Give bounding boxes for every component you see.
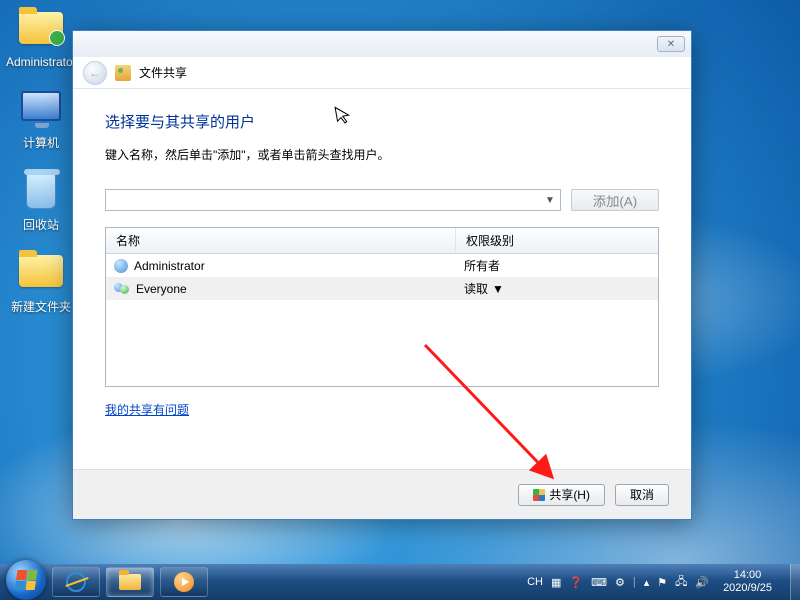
volume-icon[interactable]: 🔊 — [695, 576, 709, 589]
table-header: 名称 权限级别 — [106, 228, 658, 254]
media-player-icon — [174, 572, 194, 592]
instruction-text: 键入名称，然后单击"添加"，或者单击箭头查找用户。 — [105, 146, 659, 163]
share-button-label: 共享(H) — [549, 486, 590, 503]
cancel-button-label: 取消 — [630, 486, 654, 503]
table-row[interactable]: Everyone 读取 ▼ — [106, 277, 658, 300]
desktop-icon-computer[interactable]: 计算机 — [6, 91, 76, 151]
windows-logo-icon — [15, 570, 38, 590]
taskbar-clock[interactable]: 14:00 2020/9/25 — [723, 569, 772, 594]
body-heading: 选择要与其共享的用户 — [105, 111, 659, 132]
dialog-titlebar: ✕ — [73, 31, 691, 57]
desktop-icon-recycle-bin[interactable]: 回收站 — [6, 173, 76, 233]
share-button[interactable]: 共享(H) — [518, 484, 605, 506]
chevron-down-icon[interactable]: ▼ — [542, 192, 558, 208]
explorer-icon — [119, 574, 141, 590]
desktop-icon-administrator[interactable]: Administrator — [6, 12, 76, 69]
permission-dropdown[interactable]: 读取 ▼ — [456, 277, 658, 300]
file-sharing-dialog: ✕ ← 文件共享 选择要与其共享的用户 键入名称，然后单击"添加"，或者单击箭头… — [72, 30, 692, 520]
dialog-footer: 共享(H) 取消 — [73, 469, 691, 519]
help-link[interactable]: 我的共享有问题 — [105, 401, 189, 418]
clock-date: 2020/9/25 — [723, 582, 772, 595]
arrow-left-icon: ← — [89, 66, 101, 80]
desktop-icon-label: Administrator — [6, 55, 76, 69]
desktop-icon-new-folder[interactable]: 新建文件夹 — [6, 255, 76, 315]
system-tray: CH ▦ ❓ ⌨ ⚙ | ▴ ⚑ 🖧 🔊 14:00 2020/9/25 — [527, 564, 794, 600]
taskbar-media-player[interactable] — [160, 567, 208, 597]
back-button: ← — [83, 61, 107, 85]
taskbar-ie[interactable] — [52, 567, 100, 597]
close-button[interactable]: ✕ — [657, 36, 685, 52]
action-center-icon[interactable]: ⚑ — [657, 576, 667, 589]
taskbar-explorer[interactable] — [106, 567, 154, 597]
cancel-button[interactable]: 取消 — [615, 484, 669, 506]
close-icon: ✕ — [667, 39, 675, 50]
ie-icon — [66, 572, 86, 592]
file-sharing-icon — [115, 65, 131, 81]
options-icon[interactable]: ⚙ — [615, 576, 625, 589]
row-permission: 读取 — [464, 280, 488, 297]
desktop-icon-label: 回收站 — [6, 216, 76, 233]
desktop-icon-label: 计算机 — [6, 134, 76, 151]
start-button[interactable] — [6, 560, 46, 600]
dialog-title: 文件共享 — [139, 64, 187, 81]
help-icon[interactable]: ❓ — [569, 576, 583, 589]
network-icon[interactable]: 🖧 — [675, 573, 687, 592]
add-button: 添加(A) — [571, 189, 659, 211]
taskbar: CH ▦ ❓ ⌨ ⚙ | ▴ ⚑ 🖧 🔊 14:00 2020/9/25 — [0, 564, 800, 600]
row-name: Administrator — [134, 259, 205, 273]
row-permission: 所有者 — [464, 257, 500, 274]
clock-time: 14:00 — [723, 569, 772, 582]
show-desktop-button[interactable] — [790, 564, 800, 600]
tray-expand-icon[interactable]: ▴ — [644, 576, 650, 589]
user-combobox[interactable]: ▼ — [105, 189, 561, 211]
dialog-body: 选择要与其共享的用户 键入名称，然后单击"添加"，或者单击箭头查找用户。 ▼ 添… — [73, 89, 691, 469]
column-permission[interactable]: 权限级别 — [456, 228, 658, 253]
chevron-down-icon: ▼ — [492, 282, 504, 296]
shield-icon — [533, 489, 545, 501]
keyboard-icon[interactable]: ⌨ — [591, 576, 607, 589]
desktop-icons: Administrator 计算机 回收站 新建文件夹 — [6, 6, 76, 337]
ime-options-icon[interactable]: ▦ — [551, 576, 561, 589]
table-row[interactable]: Administrator 所有者 — [106, 254, 658, 277]
user-icon — [114, 259, 128, 273]
permissions-table: 名称 权限级别 Administrator 所有者 Everyone 读取 — [105, 227, 659, 387]
desktop-icon-label: 新建文件夹 — [6, 298, 76, 315]
column-name[interactable]: 名称 — [106, 228, 456, 253]
row-name: Everyone — [136, 282, 187, 296]
dialog-header: ← 文件共享 — [73, 57, 691, 89]
group-icon — [114, 283, 130, 295]
ime-indicator[interactable]: CH — [527, 576, 543, 588]
